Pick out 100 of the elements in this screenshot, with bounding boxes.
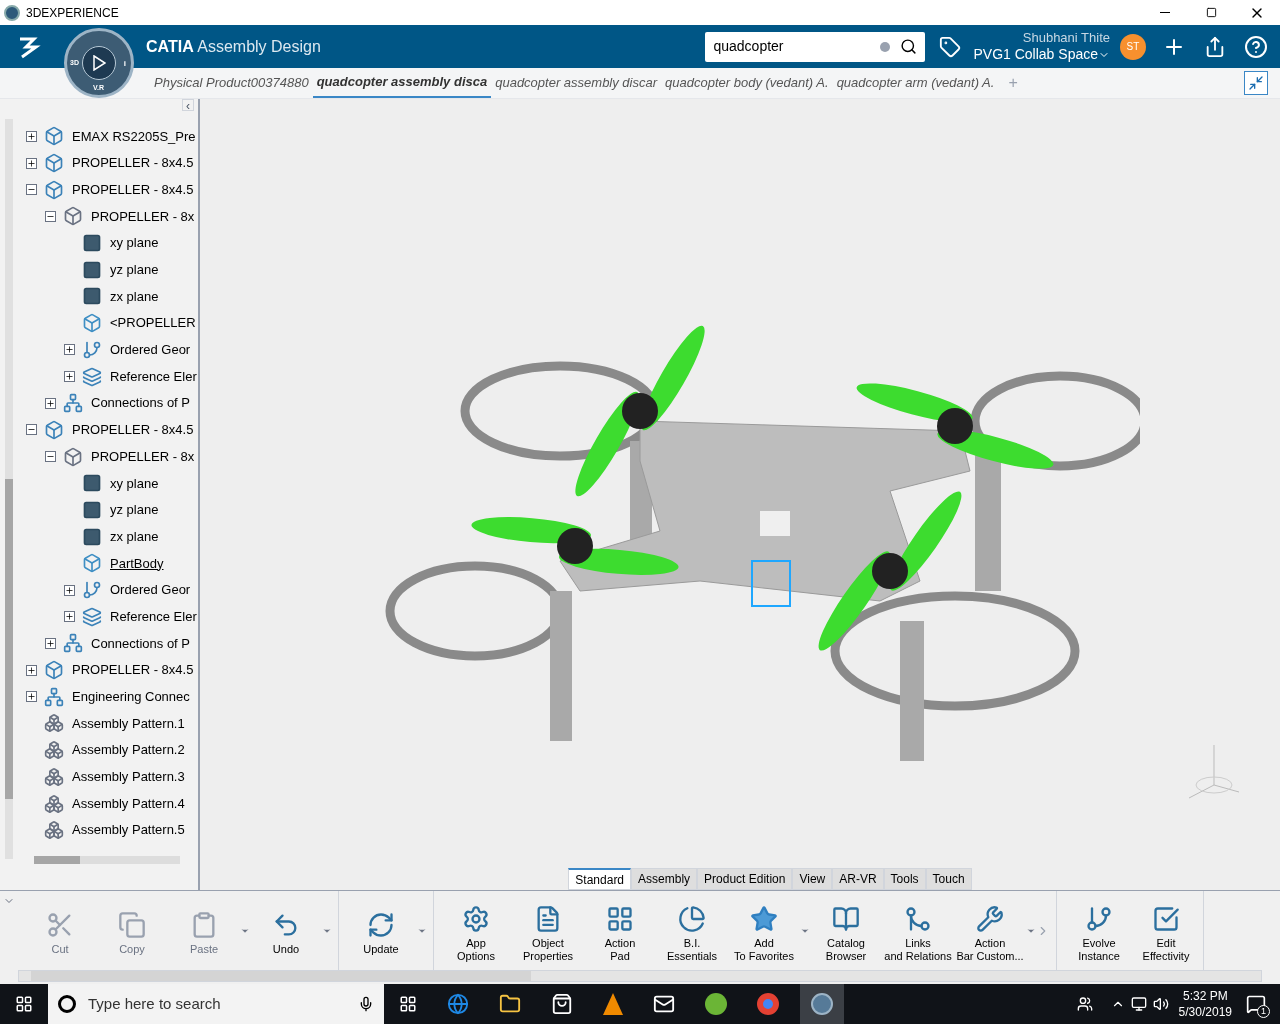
action-button[interactable]: B.I. Essentials xyxy=(656,898,728,963)
expand-toggle[interactable] xyxy=(64,371,75,383)
tree-item[interactable]: yz plane xyxy=(110,260,159,280)
tag-icon[interactable] xyxy=(939,35,962,58)
clock-date[interactable]: 5/30/2019 xyxy=(1178,1004,1232,1020)
action-button[interactable]: Links and Relations xyxy=(882,898,954,963)
expand-toggle[interactable] xyxy=(64,584,75,596)
collapse-toggle[interactable] xyxy=(26,184,37,196)
microphone-icon[interactable] xyxy=(358,996,374,1012)
action-button[interactable]: Evolve Instance xyxy=(1063,898,1135,963)
collapse-toggle[interactable] xyxy=(45,451,56,463)
scrollbar-thumb[interactable] xyxy=(34,856,80,864)
action-button[interactable]: Update xyxy=(345,905,417,956)
tree-item[interactable]: PROPELLER - 8x xyxy=(91,446,195,467)
action-bar-tab[interactable]: Standard xyxy=(568,868,632,890)
store-icon[interactable] xyxy=(551,993,573,1015)
expand-toggle[interactable] xyxy=(26,130,37,142)
tree-item[interactable]: PROPELLER - 8x xyxy=(91,206,195,227)
expand-toggle[interactable] xyxy=(64,344,75,356)
tree-item[interactable]: Ordered Geor xyxy=(110,340,191,360)
tree-item[interactable]: zx plane xyxy=(110,526,159,547)
restore-icon xyxy=(1205,7,1217,18)
tree-item[interactable]: EMAX RS2205S_Pre xyxy=(72,126,196,147)
volume-icon[interactable] xyxy=(1152,996,1169,1012)
expand-toggle[interactable] xyxy=(26,664,37,676)
tree-item[interactable]: Engineering Connec xyxy=(72,687,190,707)
tree-item[interactable]: Connections of P xyxy=(91,393,190,413)
action-button[interactable]: Undo xyxy=(250,905,322,956)
active-app-icon[interactable] xyxy=(800,984,844,1024)
clear-icon[interactable] xyxy=(880,41,891,52)
tree-item[interactable]: xy plane xyxy=(110,473,159,494)
tree-item[interactable]: Assembly Pattern.2 xyxy=(72,740,185,760)
expand-toggle[interactable] xyxy=(26,157,37,169)
collapse-panel-button[interactable]: ‹ xyxy=(182,99,194,111)
expand-toggle[interactable] xyxy=(64,611,75,623)
tree-item[interactable]: Connections of P xyxy=(91,633,190,654)
collapse-toggle[interactable] xyxy=(45,210,56,222)
action-button[interactable]: Catalog Browser xyxy=(810,898,882,963)
clock-time[interactable]: 5:32 PM xyxy=(1182,988,1228,1004)
tree-item[interactable]: PROPELLER - 8x4.5 xyxy=(72,179,194,200)
document-tab[interactable]: quadcopter assembly discar xyxy=(491,68,662,98)
collapse-toggle[interactable] xyxy=(26,424,37,436)
action-button[interactable]: Add To Favorites xyxy=(728,898,800,963)
action-bar-tab[interactable]: Assembly xyxy=(631,868,698,890)
search-icon[interactable] xyxy=(900,38,918,55)
network-icon[interactable] xyxy=(1130,996,1147,1012)
minimize-view-button[interactable] xyxy=(1244,71,1268,95)
expand-toggle[interactable] xyxy=(45,397,56,409)
tree-item[interactable]: zx plane xyxy=(110,286,159,307)
action-bar-tab[interactable]: View xyxy=(792,868,833,890)
plane-icon xyxy=(82,286,102,307)
tree-item[interactable]: Reference Eler xyxy=(110,366,197,387)
action-button[interactable]: Action Bar Custom... xyxy=(954,898,1026,963)
body-icon xyxy=(82,553,102,574)
action-button[interactable]: Edit Effectivity xyxy=(1135,898,1197,963)
tree-item[interactable]: Assembly Pattern.1 xyxy=(72,713,185,734)
action-bar-tab[interactable]: AR-VR xyxy=(832,868,884,890)
action-button[interactable]: Action Pad xyxy=(584,898,656,963)
play-icon xyxy=(92,55,106,71)
tree-item[interactable]: yz plane xyxy=(110,500,159,520)
torrent-app-icon[interactable] xyxy=(705,993,727,1015)
tree-item[interactable]: PartBody xyxy=(110,553,164,574)
action-button[interactable]: App Options xyxy=(440,898,512,963)
document-tab[interactable]: Physical Product00374880 xyxy=(150,68,313,98)
document-tab[interactable]: quadcopter body (vedant) A. xyxy=(661,68,833,98)
document-tab[interactable]: quadcopter arm (vedant) A. xyxy=(832,68,999,98)
tree-item[interactable]: Ordered Geor xyxy=(110,580,191,600)
expand-toggle[interactable] xyxy=(26,691,37,703)
mail-icon[interactable] xyxy=(653,993,675,1015)
collab-space-dropdown[interactable]: PVG1 Collab Space xyxy=(973,45,1110,64)
action-bar-tab[interactable]: Tools xyxy=(883,868,926,890)
tree-item[interactable]: <PROPELLER xyxy=(110,313,196,333)
taskbar-search-field[interactable]: Type here to search xyxy=(48,984,384,1024)
tree-item[interactable]: PROPELLER - 8x4.5 xyxy=(72,420,194,440)
cone-icon[interactable] xyxy=(603,993,623,1015)
tree-item[interactable]: PROPELLER - 8x4.5 xyxy=(72,660,194,680)
browser-icon[interactable] xyxy=(447,993,469,1015)
tree-item[interactable]: Assembly Pattern.3 xyxy=(72,767,185,787)
task-view-icon[interactable] xyxy=(399,995,417,1013)
expand-toggle[interactable] xyxy=(45,637,56,649)
scrollbar-thumb[interactable] xyxy=(31,971,531,981)
share-icon[interactable] xyxy=(1204,35,1226,58)
search-input[interactable]: quadcopter xyxy=(713,36,881,57)
folder-icon[interactable] xyxy=(499,993,521,1015)
tree-item[interactable]: Assembly Pattern.5 xyxy=(72,820,185,840)
plus-icon xyxy=(46,638,55,648)
tree-item[interactable]: Reference Eler xyxy=(110,606,197,627)
search-field[interactable]: quadcopter xyxy=(705,31,926,62)
action-bar-tab[interactable]: Product Edition xyxy=(697,868,793,890)
tree-item[interactable]: Assembly Pattern.4 xyxy=(72,793,185,814)
scrollbar-thumb[interactable] xyxy=(5,479,13,799)
tree-item[interactable]: PROPELLER - 8x4.5 xyxy=(72,153,194,173)
user-name: Shubhani Thite xyxy=(1022,29,1110,46)
help-icon[interactable] xyxy=(1244,34,1268,59)
tree-item[interactable]: xy plane xyxy=(110,233,159,253)
people-icon[interactable] xyxy=(1076,996,1093,1012)
connections-icon xyxy=(63,633,83,654)
action-button[interactable]: Object Properties xyxy=(512,898,584,963)
chrome-icon[interactable] xyxy=(757,993,779,1015)
action-bar-tab[interactable]: Touch xyxy=(925,868,972,890)
